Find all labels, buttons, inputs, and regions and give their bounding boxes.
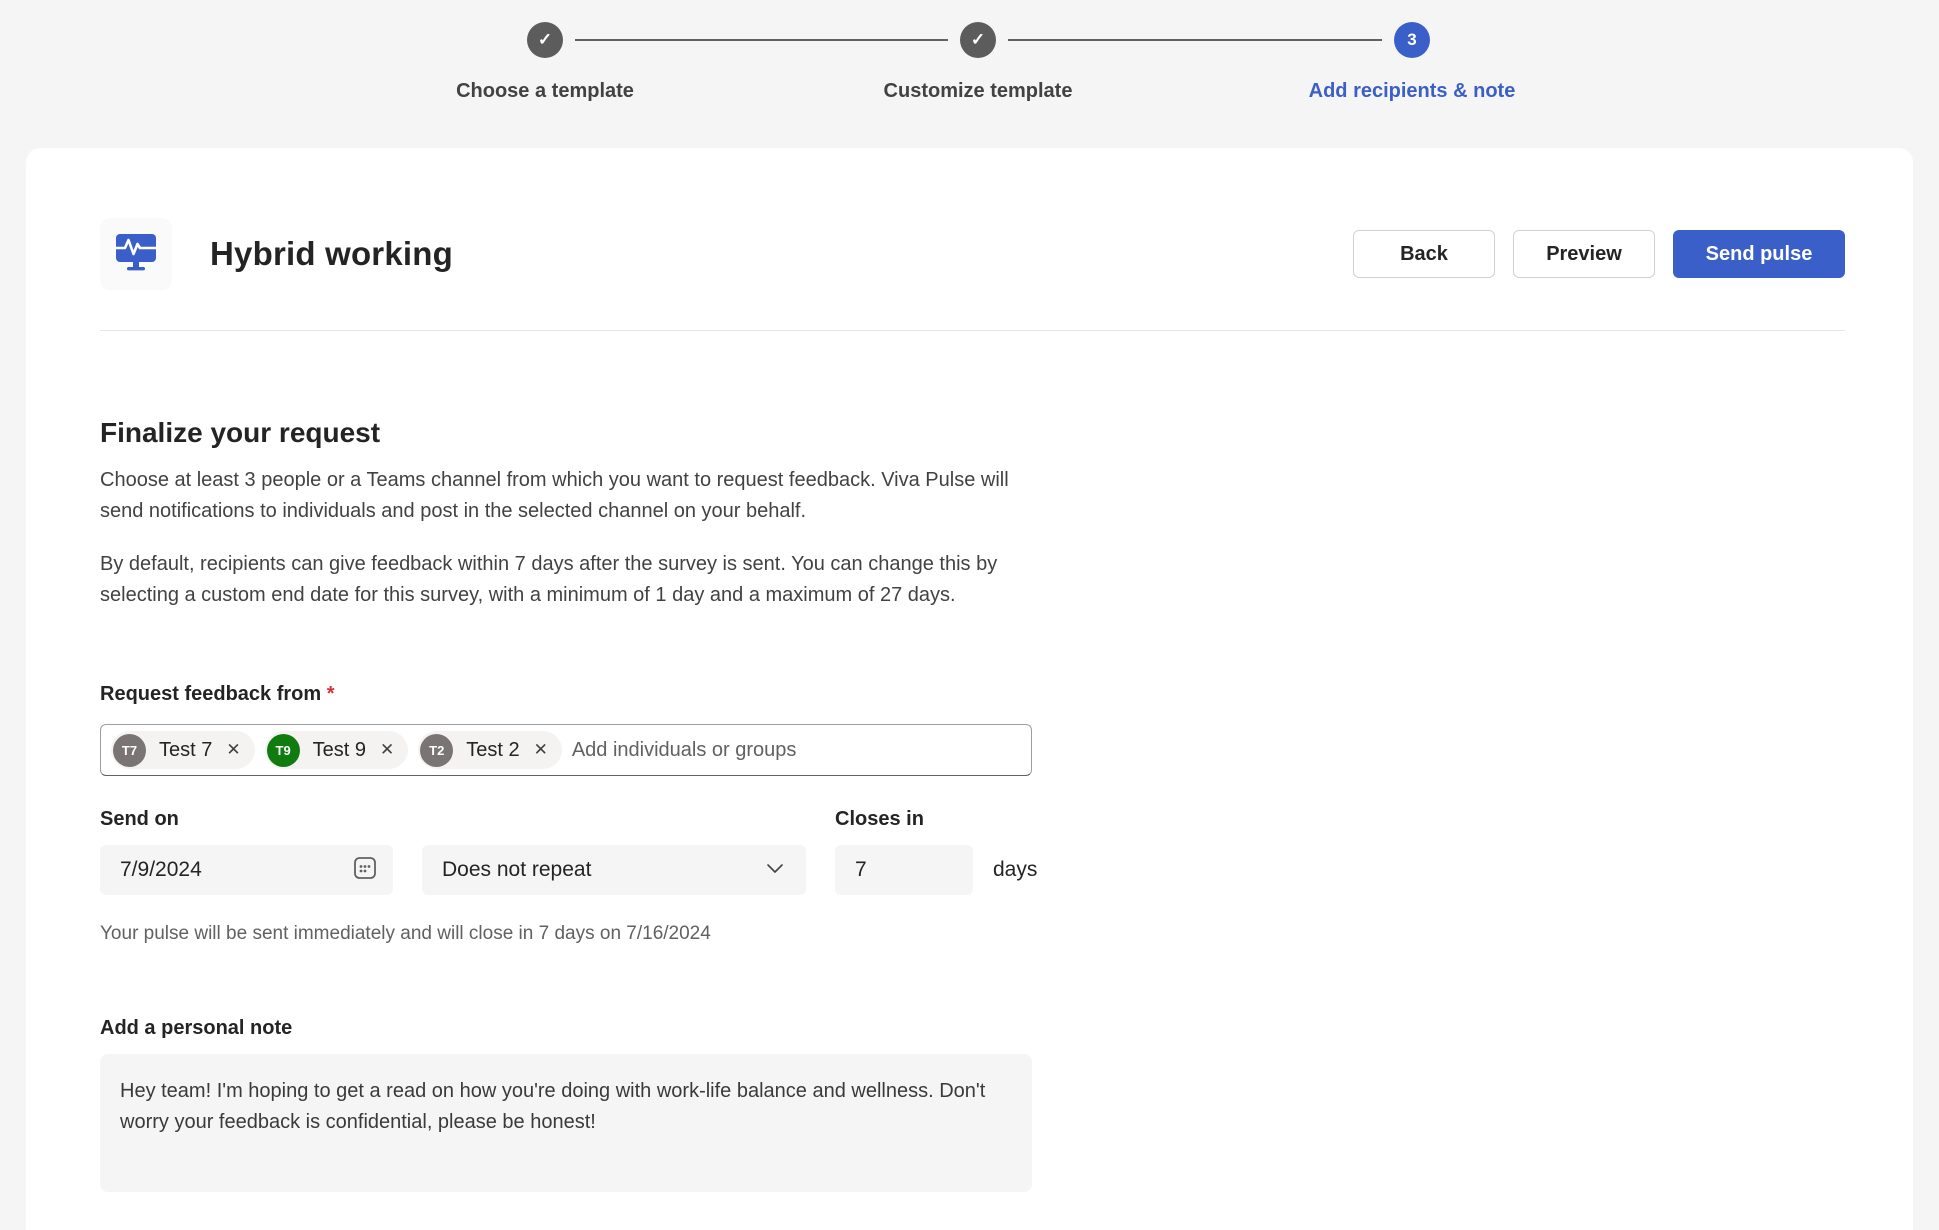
recipients-picker[interactable]: T7 Test 7 ✕ T9 Test 9 ✕ T2 Test 2 ✕ xyxy=(100,724,1032,776)
send-on-label: Send on xyxy=(100,808,835,831)
add-recipients-input[interactable] xyxy=(572,739,1021,762)
wizard-stepper: ✓ ✓ 3 Choose a template Customize templa… xyxy=(0,0,1939,148)
step-3-circle[interactable]: 3 xyxy=(1394,22,1430,58)
template-icon-container xyxy=(100,218,172,290)
avatar: T9 xyxy=(267,734,300,767)
dismiss-icon[interactable]: ✕ xyxy=(222,740,250,760)
header-actions: Back Preview Send pulse xyxy=(1353,230,1845,278)
card-header: Hybrid working Back Preview Send pulse xyxy=(100,148,1845,290)
calendar-icon[interactable] xyxy=(351,854,379,887)
step-label-add-recipients[interactable]: Add recipients & note xyxy=(1252,80,1572,103)
main-card: Hybrid working Back Preview Send pulse F… xyxy=(26,148,1913,1230)
schedule-helper-text: Your pulse will be sent immediately and … xyxy=(100,923,1845,945)
recipients-label: Request feedback from * xyxy=(100,683,1845,706)
closes-in-field[interactable] xyxy=(835,845,973,895)
send-pulse-button[interactable]: Send pulse xyxy=(1673,230,1845,278)
step-connector xyxy=(1008,39,1382,41)
recipient-name: Test 9 xyxy=(313,739,366,762)
step-1-circle[interactable]: ✓ xyxy=(527,22,563,58)
chevron-down-icon xyxy=(764,857,786,884)
step-connector xyxy=(575,39,948,41)
finalize-paragraph-1: Choose at least 3 people or a Teams chan… xyxy=(100,465,1040,527)
schedule-labels: Send on Closes in xyxy=(100,808,1845,831)
avatar: T2 xyxy=(420,734,453,767)
header-divider xyxy=(100,330,1845,331)
required-asterisk: * xyxy=(327,683,335,705)
recipient-chip[interactable]: T7 Test 7 ✕ xyxy=(111,731,255,769)
step-label-customize-template[interactable]: Customize template xyxy=(818,80,1138,103)
schedule-inputs: Does not repeat days xyxy=(100,845,1845,895)
recipients-label-text: Request feedback from xyxy=(100,683,321,705)
back-button[interactable]: Back xyxy=(1353,230,1495,278)
pulse-monitor-icon xyxy=(113,231,159,278)
checkmark-icon: ✓ xyxy=(538,30,552,50)
personal-note-textarea[interactable]: Hey team! I'm hoping to get a read on ho… xyxy=(100,1054,1032,1192)
repeat-dropdown[interactable]: Does not repeat xyxy=(422,845,806,895)
recipient-name: Test 7 xyxy=(159,739,212,762)
step-label-choose-template[interactable]: Choose a template xyxy=(385,80,705,103)
send-date-input[interactable] xyxy=(120,858,280,882)
dismiss-icon[interactable]: ✕ xyxy=(376,740,404,760)
finalize-paragraph-2: By default, recipients can give feedback… xyxy=(100,549,1040,611)
send-date-field[interactable] xyxy=(100,845,393,895)
step-number: 3 xyxy=(1407,30,1416,50)
closes-in-label: Closes in xyxy=(835,808,924,831)
closes-in-input[interactable] xyxy=(855,858,945,882)
checkmark-icon: ✓ xyxy=(971,30,985,50)
recipient-chip[interactable]: T9 Test 9 ✕ xyxy=(265,731,409,769)
step-2-circle[interactable]: ✓ xyxy=(960,22,996,58)
avatar: T7 xyxy=(113,734,146,767)
repeat-selected-value: Does not repeat xyxy=(442,858,591,882)
dismiss-icon[interactable]: ✕ xyxy=(530,740,558,760)
recipient-chip[interactable]: T2 Test 2 ✕ xyxy=(418,731,562,769)
days-label: days xyxy=(993,858,1037,882)
personal-note-label: Add a personal note xyxy=(100,1017,1845,1040)
recipient-name: Test 2 xyxy=(466,739,519,762)
page-title: Hybrid working xyxy=(210,235,453,273)
preview-button[interactable]: Preview xyxy=(1513,230,1655,278)
finalize-heading: Finalize your request xyxy=(100,417,1845,449)
